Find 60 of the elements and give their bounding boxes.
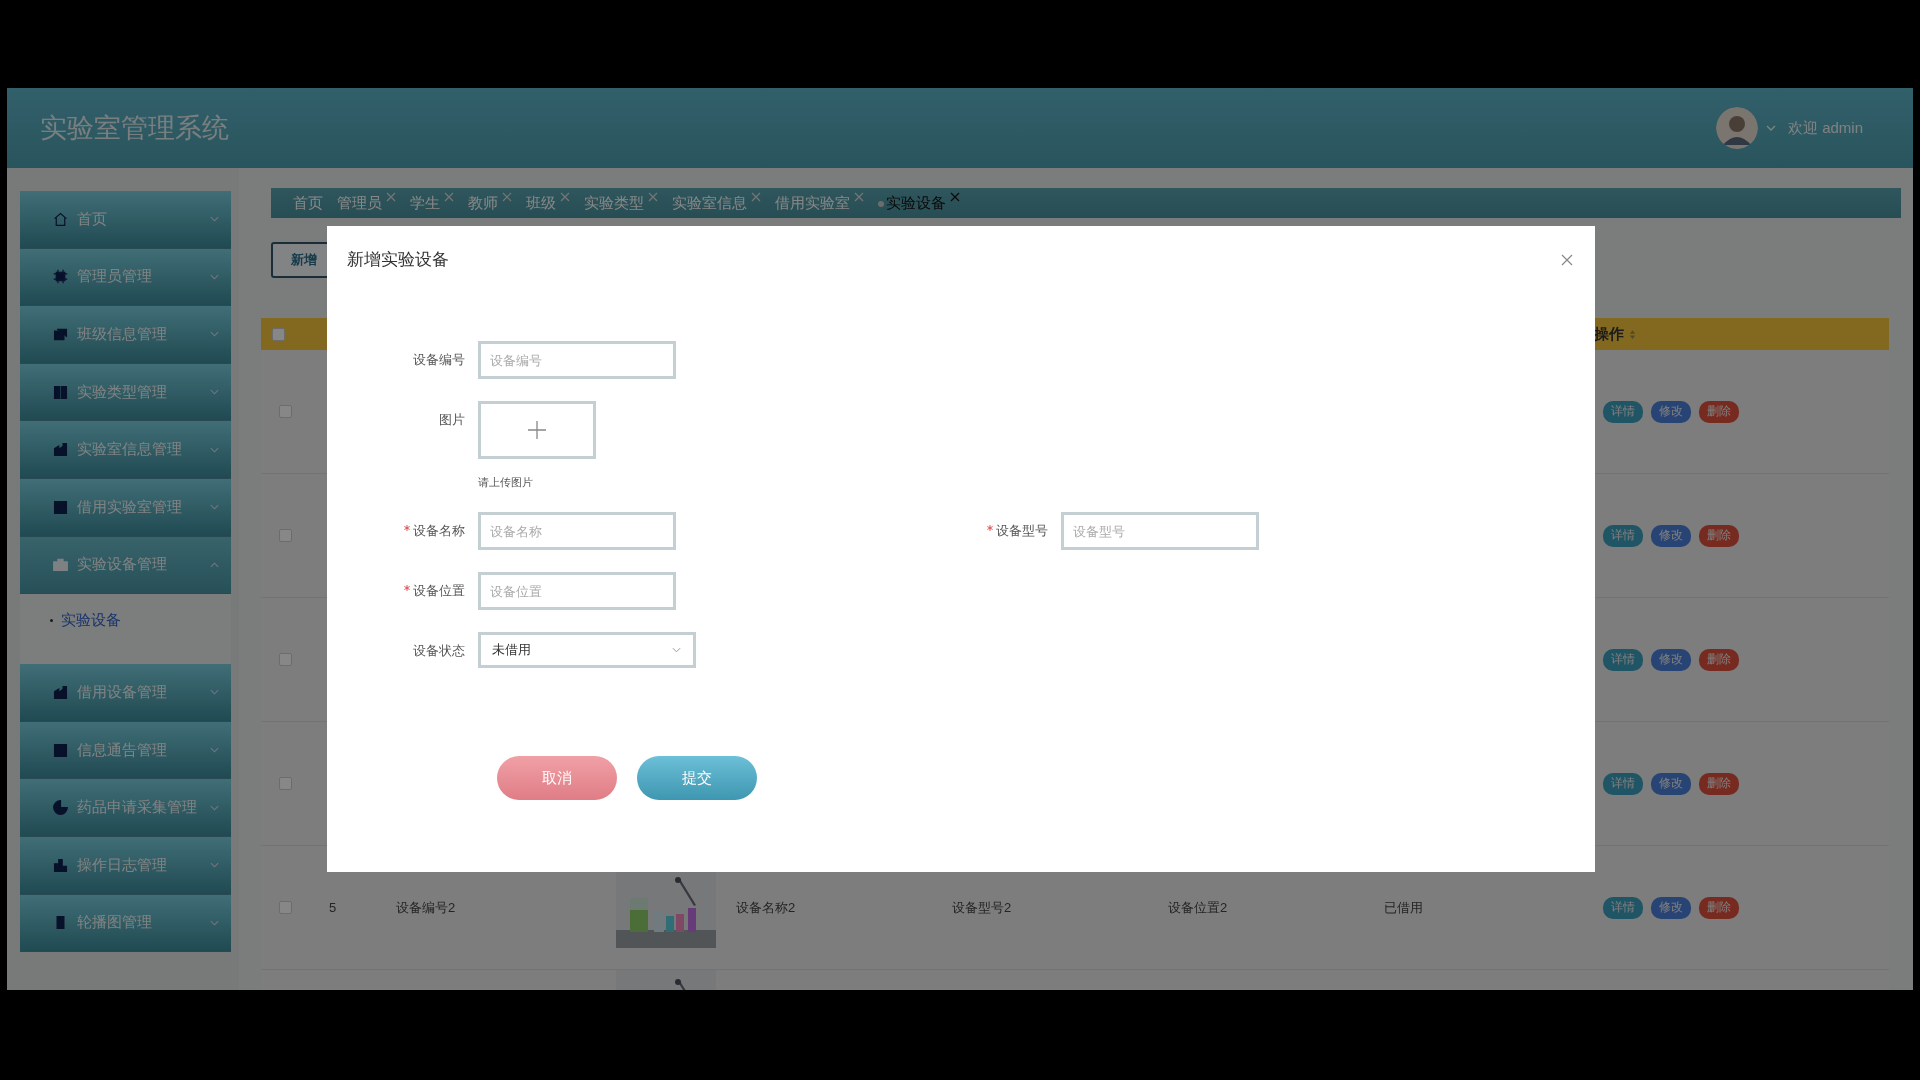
table-cell: 设备编号2: [396, 898, 456, 917]
tab[interactable]: 班级: [526, 193, 556, 213]
sidebar-item[interactable]: 借用实验室管理: [20, 478, 231, 537]
edit-button[interactable]: 修改: [1651, 648, 1691, 671]
input-field[interactable]: 设备位置: [478, 572, 676, 610]
sidebar-item[interactable]: 班级信息管理: [20, 306, 231, 364]
cancel-button[interactable]: 取消: [497, 756, 617, 800]
table-cell: 设备名称2: [736, 898, 796, 917]
input-field[interactable]: 设备型号: [1061, 512, 1259, 550]
column-header: 操作: [1594, 324, 1624, 344]
sidebar-item[interactable]: 信息通告管理: [20, 721, 231, 780]
delete-button[interactable]: 删除: [1699, 772, 1739, 795]
delete-button[interactable]: 删除: [1699, 648, 1739, 671]
edit-button[interactable]: 修改: [1651, 524, 1691, 547]
welcome-text: 欢迎 admin: [1787, 118, 1863, 138]
tab[interactable]: 管理员: [337, 193, 382, 213]
sidebar-item[interactable]: 首页: [20, 191, 231, 249]
details-button[interactable]: 详情: [1603, 896, 1643, 919]
details-button[interactable]: 详情: [1603, 524, 1643, 547]
field-label: 设备状态: [413, 642, 465, 660]
tab[interactable]: 首页: [293, 193, 323, 213]
hint-text: 请上传图片: [478, 475, 534, 490]
details-button[interactable]: 详情: [1603, 648, 1643, 671]
submit-button[interactable]: 提交: [637, 756, 757, 800]
field-label: 设备位置: [413, 582, 465, 600]
field-label: 设备型号: [996, 522, 1048, 540]
input-field[interactable]: 设备编号: [478, 341, 676, 379]
details-button[interactable]: 详情: [1603, 772, 1643, 795]
table-cell: 5: [329, 900, 337, 915]
table-cell: 设备型号2: [952, 898, 1012, 917]
edit-button[interactable]: 修改: [1651, 772, 1691, 795]
sidebar-item[interactable]: 管理员管理: [20, 248, 231, 307]
table-cell: 已借用: [1384, 898, 1423, 917]
details-button[interactable]: 详情: [1603, 400, 1643, 423]
status-select[interactable]: 未借用: [478, 632, 696, 668]
sidebar-item[interactable]: 实验室信息管理: [20, 421, 231, 479]
field-label: 设备名称: [413, 522, 465, 540]
delete-button[interactable]: 删除: [1699, 400, 1739, 423]
table-cell: 设备位置2: [1168, 898, 1228, 917]
delete-button[interactable]: 删除: [1699, 524, 1739, 547]
tab[interactable]: 教师: [468, 193, 498, 213]
edit-button[interactable]: 修改: [1651, 400, 1691, 423]
sidebar-item[interactable]: 药品申请采集管理: [20, 779, 231, 837]
edit-button[interactable]: 修改: [1651, 896, 1691, 919]
field-label: 图片: [439, 411, 465, 429]
sidebar-item[interactable]: 操作日志管理: [20, 836, 231, 895]
tab[interactable]: 实验设备: [878, 193, 946, 213]
delete-button[interactable]: 删除: [1699, 896, 1739, 919]
sidebar-item[interactable]: 借用设备管理: [20, 664, 231, 722]
field-label: 设备编号: [413, 351, 465, 369]
sidebar-item[interactable]: 实验设备管理: [20, 536, 231, 595]
app-title: 实验室管理系统: [40, 112, 229, 145]
tab[interactable]: 学生: [410, 193, 440, 213]
tab[interactable]: 实验类型: [584, 193, 644, 213]
tab[interactable]: 实验室信息: [672, 193, 747, 213]
sidebar-item[interactable]: 轮播图管理: [20, 894, 231, 953]
submenu-item[interactable]: 实验设备: [50, 611, 121, 631]
input-field[interactable]: 设备名称: [478, 512, 676, 550]
sidebar-item[interactable]: 实验类型管理: [20, 363, 231, 422]
tab[interactable]: 借用实验室: [775, 193, 850, 213]
